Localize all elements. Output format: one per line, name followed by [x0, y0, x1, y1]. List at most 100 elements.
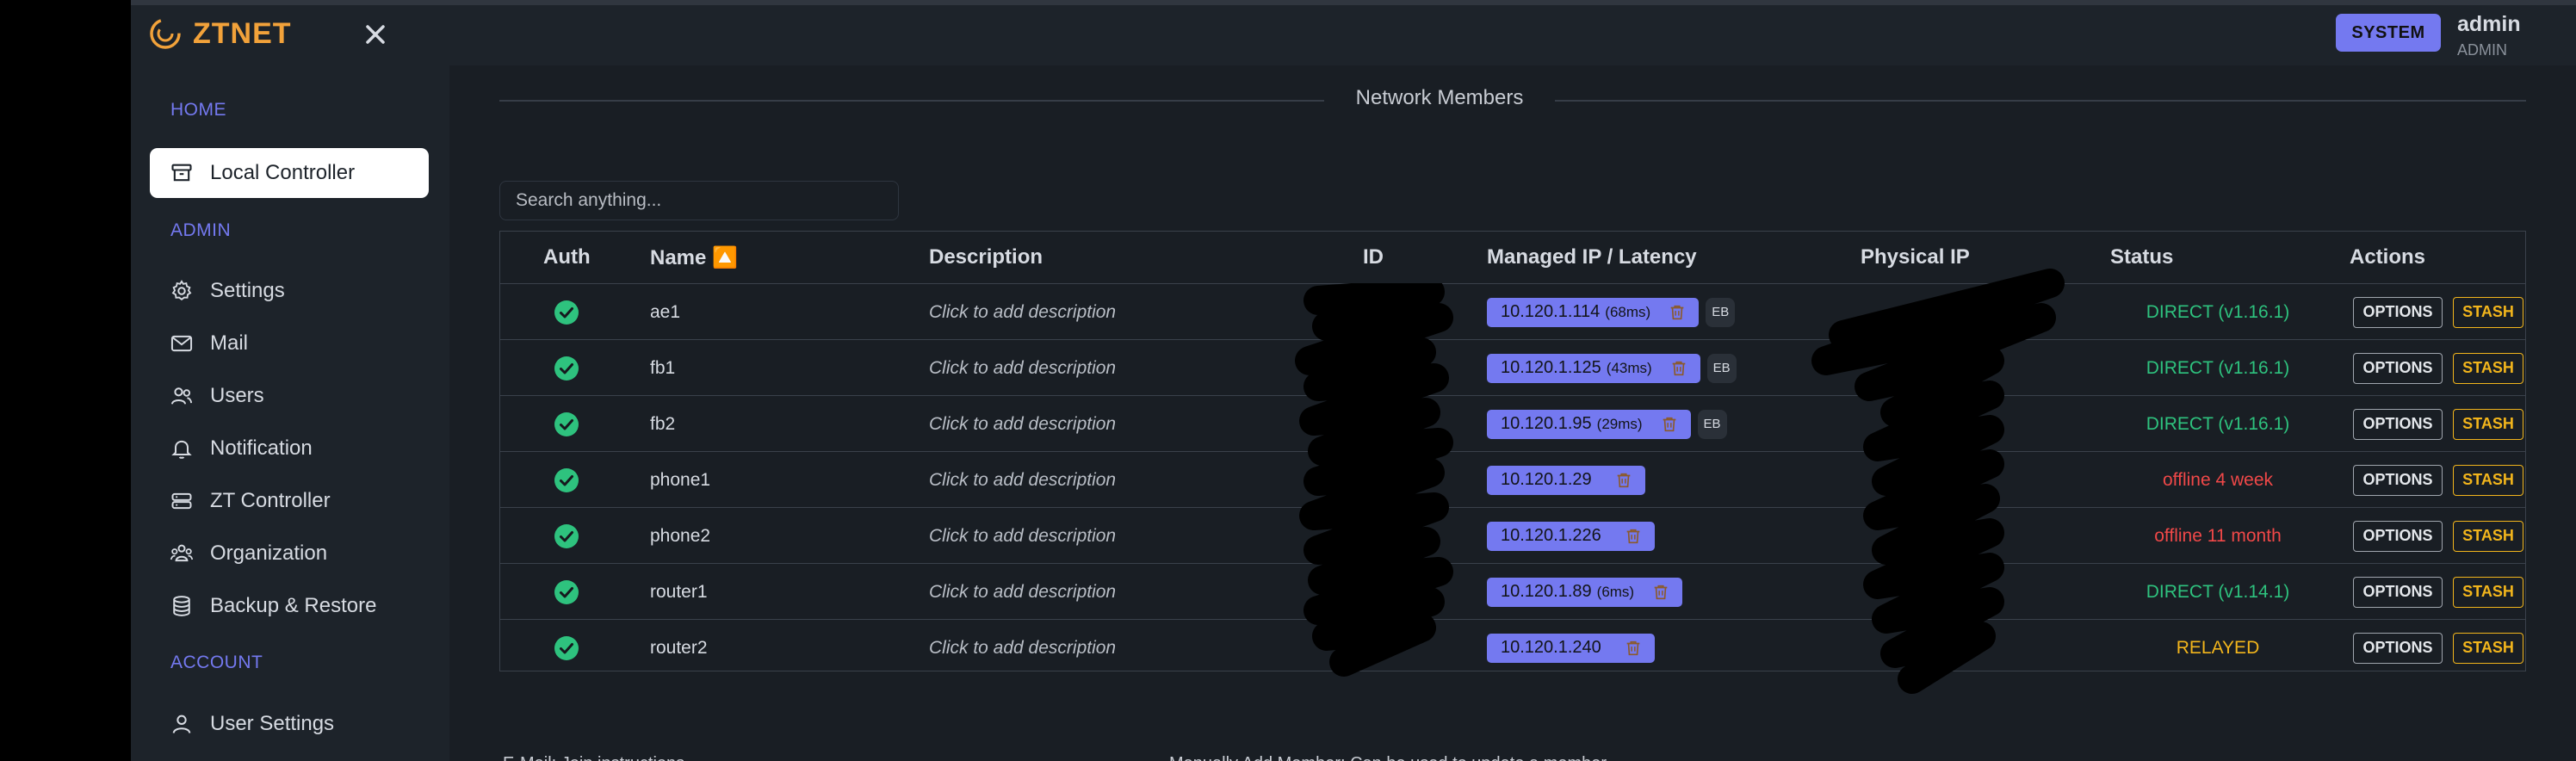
options-button[interactable]: OPTIONS	[2353, 520, 2443, 552]
eb-badge: EB	[1706, 353, 1737, 383]
stash-button[interactable]: STASH	[2453, 576, 2523, 608]
sidebar-item-backup-restore[interactable]: Backup & Restore	[150, 581, 429, 631]
auth-check-icon[interactable]	[554, 620, 579, 676]
divider-right	[1555, 100, 2526, 102]
sidebar-item-mail[interactable]: Mail	[150, 319, 429, 368]
sidebar-item-user-settings[interactable]: User Settings	[150, 699, 429, 749]
table-row: phone2 Click to add description 10.120.1…	[500, 507, 2525, 563]
sidebar-item-label: Notification	[210, 436, 313, 460]
managed-ip-cell: 10.120.1.29	[1487, 452, 1645, 508]
managed-ip-pill[interactable]: 10.120.1.226	[1487, 521, 1655, 551]
section-label-account: ACCOUNT	[170, 653, 263, 672]
section-label-home: HOME	[170, 100, 226, 120]
auth-check-icon[interactable]	[554, 396, 579, 452]
column-header-actions[interactable]: Actions	[2350, 232, 2425, 283]
member-description[interactable]: Click to add description	[929, 340, 1116, 396]
auth-check-icon[interactable]	[554, 452, 579, 508]
managed-ip-cell: 10.120.1.226	[1487, 508, 1655, 564]
sidebar-item-local-controller[interactable]: Local Controller	[150, 148, 429, 198]
close-sidebar-icon[interactable]	[358, 17, 393, 52]
options-button[interactable]: OPTIONS	[2353, 296, 2443, 328]
auth-check-icon[interactable]	[554, 340, 579, 396]
system-button[interactable]: SYSTEM	[2336, 14, 2441, 52]
table-row: fb1 Click to add description 88 10.120.1…	[500, 339, 2525, 395]
column-header-name[interactable]: Name 🔼	[650, 232, 738, 283]
member-name[interactable]: router2	[650, 620, 708, 676]
trash-icon[interactable]	[1660, 415, 1679, 434]
stash-button[interactable]: STASH	[2453, 464, 2523, 496]
ztnet-logo[interactable]: ZTNET	[148, 16, 292, 51]
managed-ip-pill[interactable]: 10.120.1.125 (43ms)	[1487, 353, 1700, 383]
user-role: ADMIN	[2457, 41, 2507, 59]
options-button[interactable]: OPTIONS	[2353, 352, 2443, 384]
sidebar-item-zt-controller[interactable]: ZT Controller	[150, 476, 429, 526]
managed-ip: 10.120.1.114	[1501, 302, 1601, 321]
member-name[interactable]: fb1	[650, 340, 675, 396]
column-header-managed-ip[interactable]: Managed IP / Latency	[1487, 232, 1697, 283]
managed-ip-pill[interactable]: 10.120.1.95 (29ms)	[1487, 409, 1691, 439]
column-header-physical-ip[interactable]: Physical IP	[1861, 232, 1970, 283]
options-button[interactable]: OPTIONS	[2353, 408, 2443, 440]
trash-icon[interactable]	[1651, 583, 1670, 602]
trash-icon[interactable]	[1614, 471, 1633, 490]
eb-badge: EB	[1697, 409, 1727, 439]
column-header-description[interactable]: Description	[929, 232, 1043, 283]
trash-icon[interactable]	[1624, 639, 1643, 658]
member-description[interactable]: Click to add description	[929, 620, 1116, 676]
actions-cell: OPTIONS STASH	[2353, 620, 2523, 676]
trash-icon[interactable]	[1668, 303, 1687, 322]
stash-button[interactable]: STASH	[2453, 520, 2523, 552]
options-button[interactable]: OPTIONS	[2353, 464, 2443, 496]
member-name[interactable]: phone1	[650, 452, 710, 508]
latency: (29ms)	[1596, 415, 1643, 432]
stash-button[interactable]: STASH	[2453, 408, 2523, 440]
member-description[interactable]: Click to add description	[929, 396, 1116, 452]
sidebar-item-notification[interactable]: Notification	[150, 424, 429, 473]
email-join-heading: E-Mail: Join instructions	[503, 754, 684, 761]
sidebar-item-users[interactable]: Users	[150, 371, 429, 421]
mail-icon	[169, 331, 195, 356]
stash-button[interactable]: STASH	[2453, 632, 2523, 664]
search-input[interactable]	[499, 181, 899, 220]
managed-ip: 10.120.1.29	[1501, 470, 1592, 489]
member-name[interactable]: ae1	[650, 284, 680, 340]
managed-ip-cell: 10.120.1.114 (68ms) EB	[1487, 284, 1736, 340]
latency: (68ms)	[1605, 303, 1651, 320]
member-description[interactable]: Click to add description	[929, 564, 1116, 620]
stash-button[interactable]: STASH	[2453, 352, 2523, 384]
member-description[interactable]: Click to add description	[929, 508, 1116, 564]
section-label-admin: ADMIN	[170, 220, 232, 240]
managed-ip-cell: 10.120.1.89 (6ms)	[1487, 564, 1683, 620]
sidebar-item-organization[interactable]: Organization	[150, 529, 429, 578]
manual-add-heading: Manually Add Member: Can be used to upda…	[1169, 754, 1607, 761]
user-name[interactable]: admin	[2457, 12, 2521, 37]
auth-check-icon[interactable]	[554, 508, 579, 564]
column-header-id[interactable]: ID	[1363, 232, 1384, 283]
managed-ip: 10.120.1.89	[1501, 582, 1592, 601]
auth-check-icon[interactable]	[554, 564, 579, 620]
sidebar-item-settings[interactable]: Settings	[150, 266, 429, 316]
trash-icon[interactable]	[1669, 359, 1688, 378]
managed-ip-pill[interactable]: 10.120.1.114 (68ms)	[1487, 297, 1700, 327]
managed-ip-pill[interactable]: 10.120.1.240	[1487, 633, 1655, 663]
sidebar-item-label: Settings	[210, 279, 285, 302]
options-button[interactable]: OPTIONS	[2353, 576, 2443, 608]
column-header-status[interactable]: Status	[2110, 232, 2173, 283]
options-button[interactable]: OPTIONS	[2353, 632, 2443, 664]
divider-left	[499, 100, 1324, 102]
column-header-auth[interactable]: Auth	[543, 232, 591, 283]
app-window: ZTNET SYSTEM admin ADMIN HOME Local Cont…	[131, 0, 2576, 761]
auth-check-icon[interactable]	[554, 284, 579, 340]
member-name[interactable]: fb2	[650, 396, 675, 452]
stash-button[interactable]: STASH	[2453, 296, 2523, 328]
member-name[interactable]: router1	[650, 564, 708, 620]
trash-icon[interactable]	[1624, 527, 1643, 546]
table-row: router1 Click to add description 10.120.…	[500, 563, 2525, 619]
member-description[interactable]: Click to add description	[929, 284, 1116, 340]
managed-ip-pill[interactable]: 10.120.1.89 (6ms)	[1487, 577, 1683, 607]
managed-ip-pill[interactable]: 10.120.1.29	[1487, 465, 1645, 495]
member-description[interactable]: Click to add description	[929, 452, 1116, 508]
member-id: 3	[1390, 413, 1401, 434]
member-name[interactable]: phone2	[650, 508, 710, 564]
users-icon	[169, 383, 195, 409]
